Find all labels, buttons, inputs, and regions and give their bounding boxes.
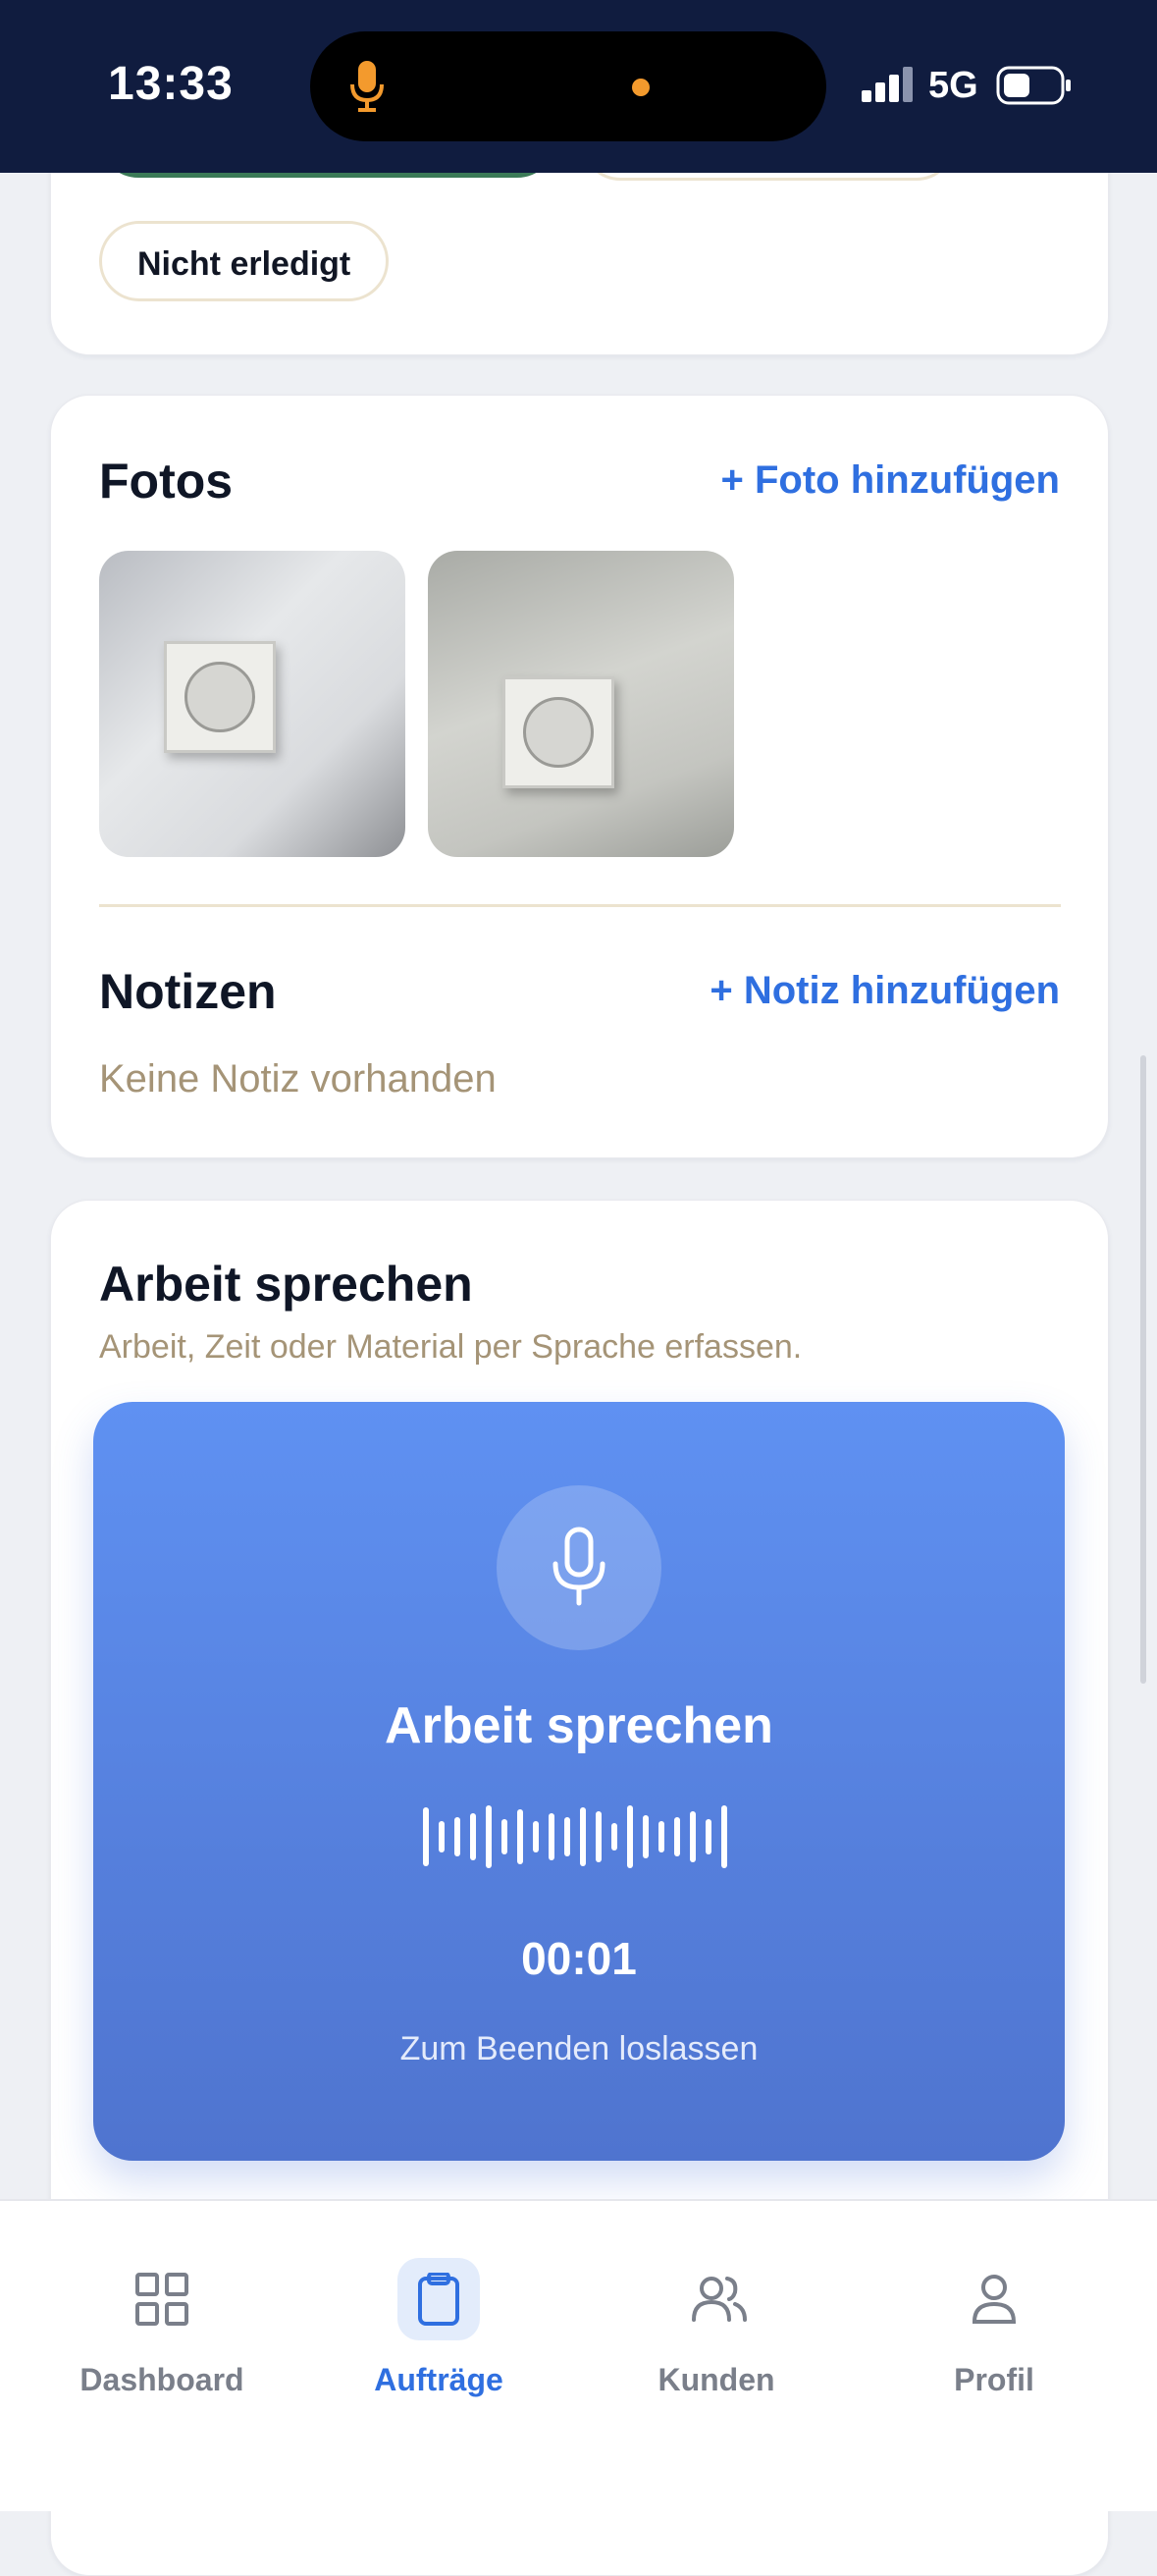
cellular-signal-icon <box>862 67 913 102</box>
network-type: 5G <box>928 65 978 106</box>
status-time: 13:33 <box>108 58 234 110</box>
add-note-link[interactable]: + Notiz hinzufügen <box>710 969 1060 1013</box>
battery-icon <box>996 66 1071 105</box>
photos-title: Fotos <box>99 454 234 509</box>
photos-notes-card: Fotos + Foto hinzufügen Notizen + Notiz … <box>50 395 1109 1158</box>
voice-section-title: Arbeit sprechen <box>99 1257 473 1312</box>
photo-thumbnail[interactable] <box>99 551 405 857</box>
microphone-icon <box>552 1527 605 1606</box>
tab-label: Kunden <box>657 2362 775 2397</box>
audio-waveform <box>423 1805 727 1868</box>
grid-icon <box>135 2273 188 2326</box>
tab-profil[interactable]: Profil <box>876 2258 1112 2398</box>
status-bar: 13:33 5G <box>0 0 1157 173</box>
tab-label: Dashboard <box>79 2362 244 2397</box>
tab-dashboard[interactable]: Dashboard <box>44 2258 280 2398</box>
notes-title: Notizen <box>99 964 277 1019</box>
tab-kunden[interactable]: Kunden <box>599 2258 834 2398</box>
socket-image <box>502 676 614 788</box>
section-divider <box>99 904 1061 907</box>
not-done-button[interactable]: Nicht erledigt <box>99 221 390 301</box>
release-hint: Zum Beenden loslassen <box>399 2030 759 2067</box>
clipboard-icon <box>418 2273 459 2326</box>
voice-panel-title: Arbeit sprechen <box>385 1697 773 1754</box>
tab-bar: Dashboard Aufträge Kunden Profil <box>0 2199 1157 2511</box>
notes-empty-text: Keine Notiz vorhanden <box>99 1057 497 1100</box>
dynamic-island <box>310 31 826 141</box>
recording-dot <box>632 79 650 96</box>
tab-label: Profil <box>954 2362 1034 2397</box>
recording-timer: 00:01 <box>521 1933 637 1984</box>
photo-thumbnail[interactable] <box>428 551 734 857</box>
tab-label: Aufträge <box>374 2362 503 2397</box>
add-photo-link[interactable]: + Foto hinzufügen <box>721 458 1061 503</box>
microphone-active-icon <box>350 61 384 112</box>
mic-circle <box>497 1485 661 1650</box>
tab-auftraege[interactable]: Aufträge <box>321 2258 556 2398</box>
voice-record-button[interactable]: Arbeit sprechen 00:01 Zum Beenden loslas… <box>93 1402 1065 2161</box>
users-icon <box>692 2277 747 2322</box>
socket-image <box>164 641 276 753</box>
user-icon <box>972 2275 1017 2324</box>
scrollbar[interactable] <box>1140 1055 1146 1684</box>
voice-subtitle: Arbeit, Zeit oder Material per Sprache e… <box>99 1328 803 1366</box>
